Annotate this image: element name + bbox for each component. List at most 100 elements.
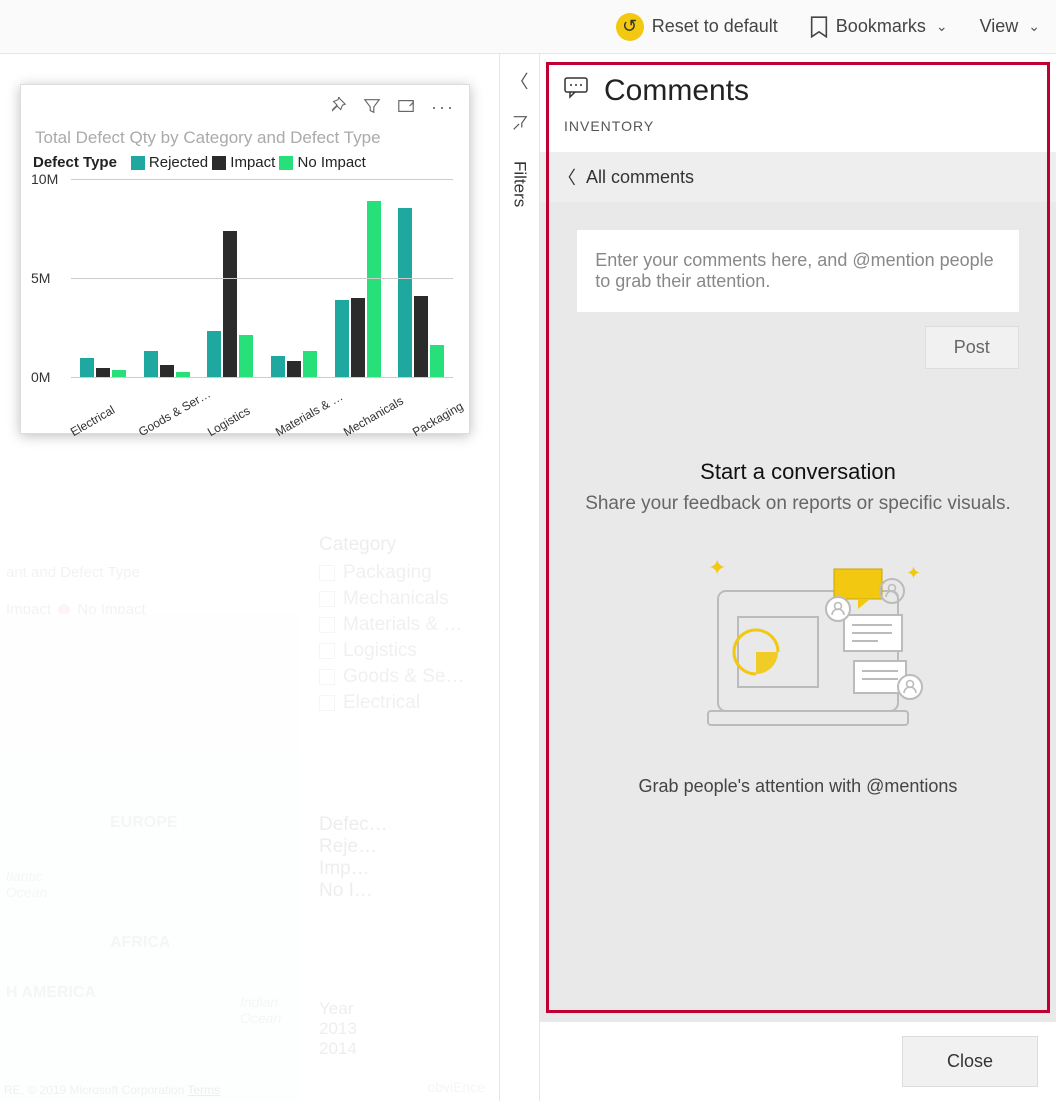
- view-label: View: [980, 16, 1019, 37]
- top-toolbar: ↺ Reset to default Bookmarks ⌄ View ⌄: [0, 0, 1056, 54]
- bar-group: [198, 231, 262, 377]
- bar-group: [135, 351, 199, 377]
- chart-legend: Defect Type Rejected Impact No Impact: [33, 154, 459, 171]
- map-visual: EUROPE AFRICA H AMERICA tlantic Ocean In…: [0, 614, 300, 1101]
- slicer-option[interactable]: No I…: [319, 880, 489, 902]
- more-options-icon[interactable]: ···: [431, 97, 455, 120]
- x-tick-label: Logistics: [205, 402, 255, 439]
- post-button[interactable]: Post: [925, 326, 1019, 369]
- chart-plot: 0M5M10M: [71, 179, 453, 399]
- bookmarks-label: Bookmarks: [836, 16, 926, 37]
- all-comments-label: All comments: [586, 167, 694, 188]
- empty-state-body: Share your feedback on reports or specif…: [585, 493, 1011, 515]
- legend-label: No Impact: [297, 154, 365, 171]
- bar[interactable]: [367, 201, 381, 377]
- filters-pane-collapsed: 〈 Filters: [500, 54, 540, 1101]
- svg-text:✦: ✦: [708, 555, 726, 580]
- svg-text:✦: ✦: [906, 563, 921, 583]
- map-attribution: RE, © 2019 Microsoft Corporation Terms: [4, 1083, 220, 1097]
- slicer-option[interactable]: Mechanicals: [319, 588, 489, 610]
- close-button[interactable]: Close: [902, 1036, 1038, 1087]
- x-tick-label: Mechanicals: [341, 402, 391, 439]
- checkbox-icon: [319, 591, 335, 607]
- all-comments-bar[interactable]: 〈 All comments: [540, 152, 1056, 202]
- visual-header: ···: [31, 93, 459, 126]
- bar[interactable]: [335, 300, 349, 377]
- y-tick-label: 5M: [31, 270, 50, 286]
- back-icon[interactable]: 〈: [558, 164, 576, 190]
- bar[interactable]: [303, 351, 317, 377]
- comments-subtitle: INVENTORY: [540, 114, 1056, 152]
- defect-slicer: Defec… Reje…Imp…No I…: [319, 814, 489, 902]
- slicer-option[interactable]: Electrical: [319, 692, 489, 714]
- category-slicer: Category PackagingMechanicalsMaterials &…: [319, 534, 489, 718]
- legend-swatch: [131, 156, 145, 170]
- empty-state-illustration: ✦ ✦: [585, 545, 1011, 750]
- mentions-tip: Grab people's attention with @mentions: [585, 776, 1011, 797]
- reset-to-default-button[interactable]: ↺ Reset to default: [610, 9, 784, 45]
- bar[interactable]: [160, 365, 174, 377]
- filters-label: Filters: [510, 161, 530, 207]
- legend-label: Impact: [230, 154, 275, 171]
- bar[interactable]: [414, 296, 428, 377]
- checkbox-icon: [319, 565, 335, 581]
- bar[interactable]: [80, 358, 94, 377]
- bg-panel-title: ant and Defect Type Impact No Impact: [6, 564, 146, 618]
- x-tick-label: Goods & Ser…: [136, 402, 186, 439]
- x-tick-label: Materials & …: [273, 402, 323, 439]
- bar[interactable]: [144, 351, 158, 377]
- slicer-option[interactable]: Goods & Se…: [319, 666, 489, 688]
- bookmarks-dropdown[interactable]: Bookmarks ⌄: [804, 12, 954, 42]
- checkbox-icon: [319, 695, 335, 711]
- slicer-option[interactable]: Logistics: [319, 640, 489, 662]
- comments-icon: [564, 77, 588, 105]
- pin-icon[interactable]: [329, 97, 347, 120]
- bar[interactable]: [207, 331, 221, 377]
- view-dropdown[interactable]: View ⌄: [974, 12, 1046, 41]
- bar[interactable]: [351, 298, 365, 377]
- bar[interactable]: [398, 208, 412, 377]
- legend-label: Rejected: [149, 154, 208, 171]
- expand-filters-icon[interactable]: 〈: [511, 68, 529, 94]
- bar-group: [326, 201, 390, 377]
- filter-icon[interactable]: [363, 97, 381, 120]
- legend-swatch: [212, 156, 226, 170]
- chevron-down-icon: ⌄: [1028, 18, 1040, 35]
- selected-visual[interactable]: ··· Total Defect Qty by Category and Def…: [20, 84, 470, 434]
- reset-icon: ↺: [616, 13, 644, 41]
- chevron-down-icon: ⌄: [936, 18, 948, 35]
- x-tick-label: Packaging: [410, 402, 460, 439]
- bookmark-icon: [810, 16, 828, 38]
- clear-filter-icon[interactable]: [511, 114, 529, 137]
- comment-input[interactable]: Enter your comments here, and @mention p…: [577, 230, 1019, 312]
- bar-group: [71, 358, 135, 377]
- bar[interactable]: [112, 370, 126, 377]
- y-tick-label: 10M: [31, 171, 58, 187]
- x-tick-label: Electrical: [68, 402, 118, 439]
- bar[interactable]: [239, 335, 253, 377]
- bar[interactable]: [430, 345, 444, 377]
- chart-title: Total Defect Qty by Category and Defect …: [35, 128, 459, 148]
- obvience-label: obviEnce: [427, 1079, 485, 1095]
- checkbox-icon: [319, 669, 335, 685]
- slicer-option[interactable]: 2014: [319, 1039, 489, 1059]
- slicer-option[interactable]: Reje…: [319, 836, 489, 858]
- slicer-option[interactable]: Materials & …: [319, 614, 489, 636]
- reset-label: Reset to default: [652, 16, 778, 37]
- bar[interactable]: [271, 356, 285, 377]
- slicer-option[interactable]: 2013: [319, 1019, 489, 1039]
- comments-panel: Comments INVENTORY 〈 All comments Enter …: [540, 54, 1056, 1101]
- legend-swatch: [279, 156, 293, 170]
- slicer-option[interactable]: Packaging: [319, 562, 489, 584]
- focus-mode-icon[interactable]: [397, 97, 415, 120]
- bar[interactable]: [223, 231, 237, 377]
- bar-group: [389, 208, 453, 377]
- main-area: ant and Defect Type Impact No Impact EUR…: [0, 54, 1056, 1101]
- bar[interactable]: [287, 361, 301, 377]
- checkbox-icon: [319, 617, 335, 633]
- terms-link[interactable]: Terms: [187, 1083, 220, 1097]
- checkbox-icon: [319, 643, 335, 659]
- report-canvas: ant and Defect Type Impact No Impact EUR…: [0, 54, 500, 1101]
- slicer-option[interactable]: Imp…: [319, 858, 489, 880]
- bar[interactable]: [96, 368, 110, 377]
